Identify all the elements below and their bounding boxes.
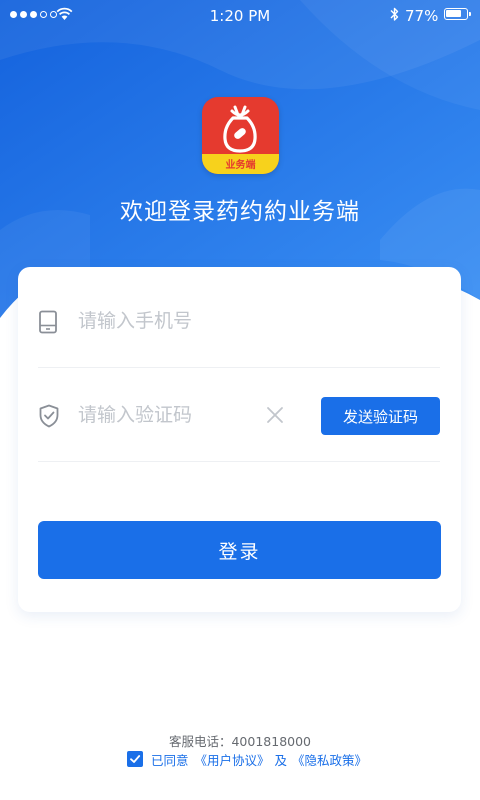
shield-check-icon [39,404,59,428]
mobile-phone-icon [39,310,57,334]
and-text: 及 [274,752,288,768]
welcome-title: 欢迎登录药约約业务端 [120,199,360,225]
phone-input[interactable] [78,304,318,338]
close-icon[interactable] [266,406,284,424]
login-button[interactable]: 登录 [38,521,441,579]
bluetooth-icon [390,7,399,21]
service-phone: 客服电话：4001818000 [168,734,312,749]
privacy-policy-link[interactable]: 《隐私政策》 [292,750,367,769]
agreement-row: 已同意 《用户协议》 及 《隐私政策》 [127,749,367,769]
user-agreement-link[interactable]: 《用户协议》 [195,750,270,769]
login-card: 发送验证码 登录 [18,267,461,612]
code-field-row: 发送验证码 [38,368,440,462]
phone-field-row [38,274,440,368]
battery-percent: 77% [405,7,439,25]
battery-icon [444,8,471,20]
agree-label: 已同意 [151,752,189,768]
checkmark-icon [130,755,141,763]
status-bar: 1:20 PM 77% [0,0,480,32]
battery-level [446,10,461,17]
agree-checkbox[interactable] [127,751,143,767]
logo-badge-text: 业务端 [225,160,256,171]
app-logo: 业务端 [202,97,279,174]
send-code-button[interactable]: 发送验证码 [321,397,440,435]
login-screen: 1:20 PM 77% 业务端 欢迎登录药约約业务端 请输入手机号 请输入验证码… [0,0,480,800]
